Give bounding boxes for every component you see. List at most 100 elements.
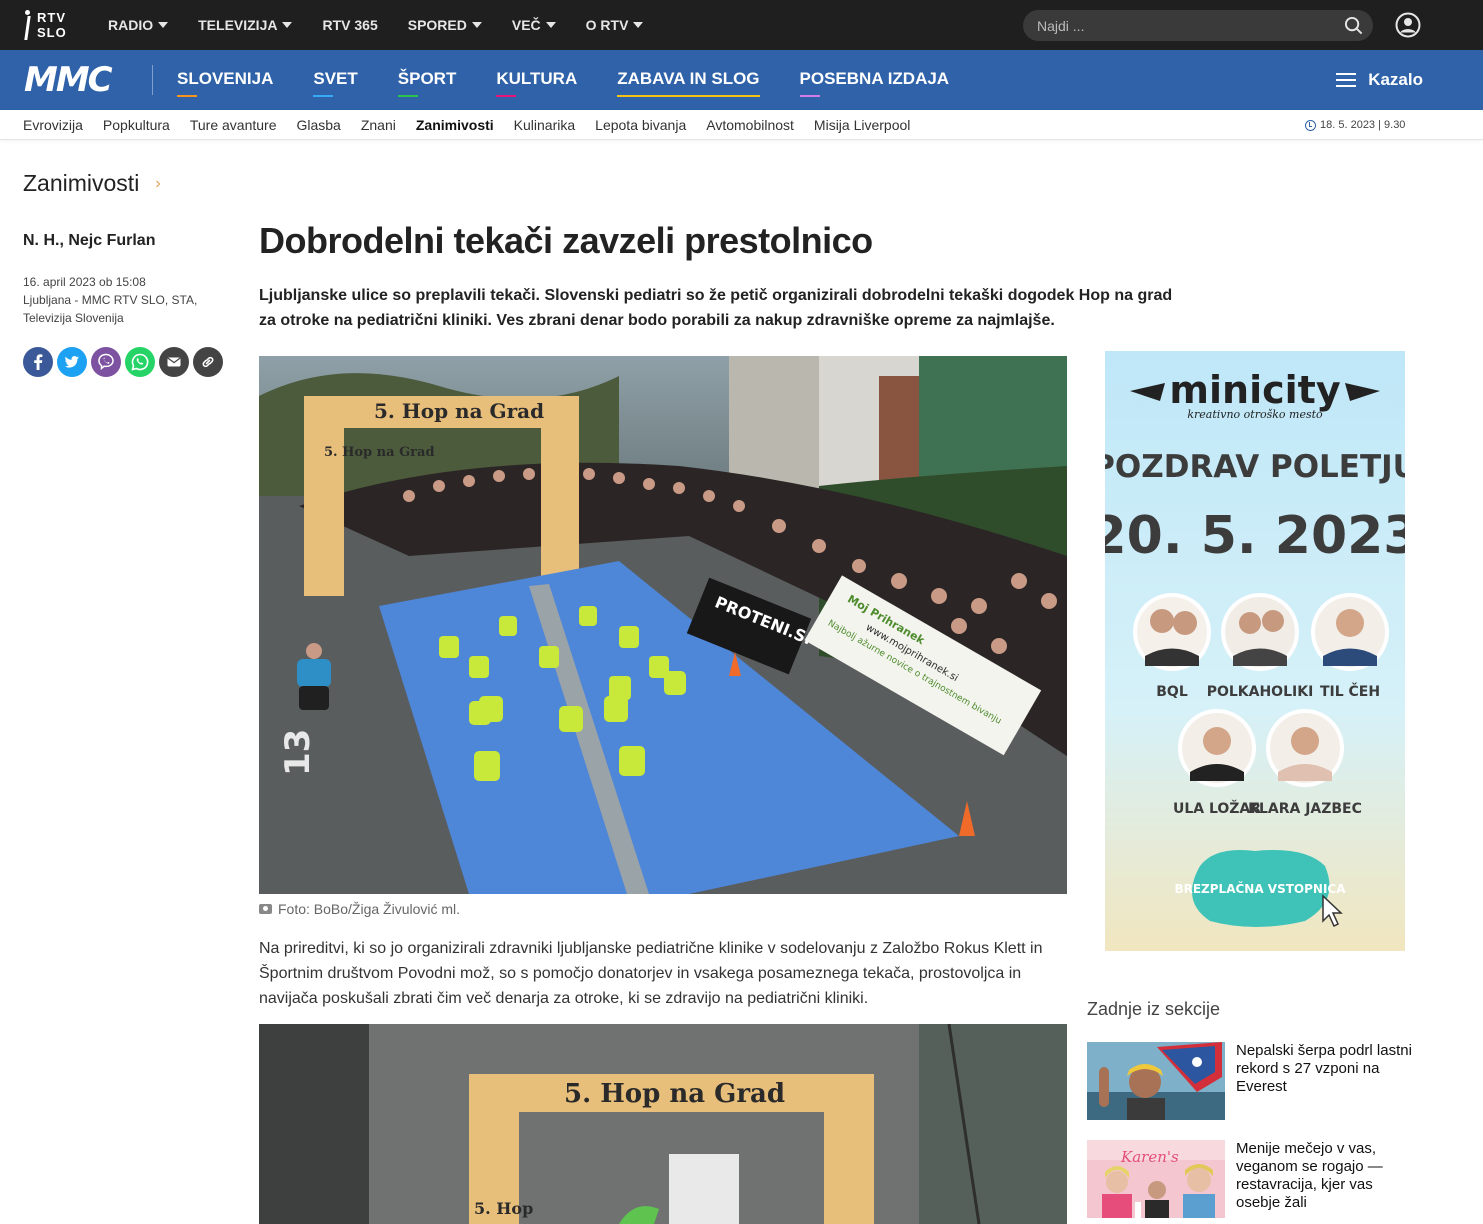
sub-nav-popkultura[interactable]: Popkultura — [103, 117, 170, 133]
email-icon — [167, 357, 181, 367]
viber-icon — [98, 353, 114, 371]
sub-nav-zanimivosti[interactable]: Zanimivosti — [416, 117, 494, 133]
ad-headline: POZDRAV POLETJU — [1105, 449, 1405, 485]
main-nav-zabava-in-slog[interactable]: ZABAVA IN SLOG — [617, 69, 760, 97]
ad-tagline: kreativno otroško mesto — [1187, 408, 1323, 421]
top-nav-televizija[interactable]: TELEVIZIJA — [198, 17, 293, 33]
mmc-divider — [152, 65, 153, 95]
photo-caption: Foto: BoBo/Žiga Živulović ml. — [259, 901, 460, 917]
article-source: Ljubljana - MMC RTV SLO, STA, Televizija… — [23, 293, 198, 325]
main-nav-posebna-izdaja[interactable]: POSEBNA IZDAJA — [799, 69, 949, 97]
ad-performer-polkaholiki: POLKAHOLIKI — [1207, 684, 1314, 700]
main-nav-kultura[interactable]: KULTURA — [496, 69, 577, 97]
photo-arch-text: 5. Hop na Grad — [374, 399, 544, 423]
kazalo-menu-button[interactable]: Kazalo — [1336, 50, 1423, 110]
nav-underline — [496, 94, 517, 97]
minicity-ad-banner[interactable]: minicity kreativno otroško mesto POZDRAV… — [1105, 351, 1405, 951]
chevron-down-icon — [282, 22, 293, 28]
thumbnail-sign-text: Karen's — [1120, 1148, 1179, 1166]
minicity-ad-illustration: minicity kreativno otroško mesto POZDRAV… — [1105, 351, 1405, 951]
share-facebook-button[interactable] — [23, 347, 53, 377]
mmc-logo[interactable]: MMC — [24, 60, 113, 100]
top-nav-radio[interactable]: RADIO — [108, 17, 169, 33]
chevron-down-icon — [158, 22, 169, 28]
nav-underline — [397, 94, 418, 97]
chevron-down-icon — [471, 22, 482, 28]
latest-item[interactable]: Nepalski šerpa podrl lastni rekord s 27 … — [1087, 1042, 1427, 1120]
facebook-icon — [34, 354, 43, 370]
sub-nav-znani[interactable]: Znani — [361, 117, 396, 133]
search-input[interactable] — [1023, 10, 1343, 41]
logo-line-2: SLO — [37, 25, 67, 40]
sub-nav-evrovizija[interactable]: Evrovizija — [23, 117, 83, 133]
rtv-slo-logo[interactable]: RTV SLO — [22, 8, 74, 42]
latest-item-thumbnail: Karen's — [1087, 1140, 1225, 1218]
latest-item-title: Nepalski šerpa podrl lastni rekord s 27 … — [1236, 1042, 1412, 1095]
chevron-right-icon: › — [155, 174, 161, 192]
mmc-bar: MMC SLOVENIJA SVET ŠPORT KULTURA ZABAVA … — [0, 50, 1483, 110]
camera-icon — [259, 904, 272, 914]
link-icon — [202, 356, 214, 368]
share-whatsapp-button[interactable] — [125, 347, 155, 377]
latest-item[interactable]: Karen's Menije mečejo v vas, veganom se … — [1087, 1140, 1427, 1218]
share-viber-button[interactable] — [91, 347, 121, 377]
main-nav-svet[interactable]: SVET — [313, 69, 358, 97]
whatsapp-icon — [131, 353, 149, 371]
top-nav-spored[interactable]: SPORED — [408, 17, 482, 33]
ad-performer-til-ceh: TIL ČEH — [1320, 682, 1380, 700]
article-meta: 16. april 2023 ob 15:08 Ljubljana - MMC … — [23, 273, 223, 327]
nav-underline — [799, 94, 820, 97]
ad-cta: BREZPLAČNA VSTOPNICA — [1174, 881, 1346, 896]
arch-photo-illustration: 5. Hop na Grad 5. Hop — [259, 1024, 1067, 1224]
article-headline: Dobrodelni tekači zavzeli prestolnico — [259, 220, 873, 261]
user-account-icon[interactable] — [1395, 12, 1421, 38]
photo2-arch-text: 5. Hop na Grad — [564, 1079, 785, 1109]
sub-nav-avtomobilnost[interactable]: Avtomobilnost — [706, 117, 794, 133]
section-title[interactable]: Zanimivosti › — [23, 170, 161, 197]
sub-nav-misija-liverpool[interactable]: Misija Liverpool — [814, 117, 910, 133]
share-buttons — [23, 347, 223, 377]
main-nav-slovenija[interactable]: SLOVENIJA — [177, 69, 273, 97]
share-email-button[interactable] — [159, 347, 189, 377]
ad-date: 20. 5. 2023 — [1105, 506, 1405, 566]
photo2-arch-side: 5. Hop — [474, 1199, 533, 1218]
share-twitter-button[interactable] — [57, 347, 87, 377]
rtv-figure-icon — [22, 10, 32, 40]
sub-nav-ture-avanture[interactable]: Ture avanture — [190, 117, 277, 133]
latest-section-title: Zadnje iz sekcije — [1087, 999, 1221, 1019]
search-icon[interactable] — [1344, 16, 1363, 35]
article-video-still[interactable]: 5. Hop na Grad 5. Hop — [259, 1024, 1067, 1224]
sub-nav-lepota-bivanja[interactable]: Lepota bivanja — [595, 117, 686, 133]
top-nav-o-rtv[interactable]: O RTV — [586, 17, 644, 33]
twitter-icon — [64, 356, 79, 368]
hamburger-icon — [1336, 73, 1357, 87]
everest-thumbnail-illustration — [1087, 1042, 1225, 1120]
article-body-paragraph: Na prireditvi, ki so jo organizirali zdr… — [259, 940, 1043, 1007]
ad-performer-bql: BQL — [1156, 684, 1188, 700]
sub-nav-glasba[interactable]: Glasba — [296, 117, 340, 133]
article-main-photo[interactable]: 5. Hop na Grad 5. Hop na Grad PROTENI.SI… — [259, 356, 1067, 894]
latest-item-thumbnail — [1087, 1042, 1225, 1120]
top-nav-vec[interactable]: VEČ — [512, 17, 556, 33]
kazalo-label: Kazalo — [1368, 70, 1423, 89]
sub-nav: Evrovizija Popkultura Ture avanture Glas… — [0, 110, 1483, 140]
main-nav-sport[interactable]: ŠPORT — [397, 69, 456, 97]
main-nav: SLOVENIJA SVET ŠPORT KULTURA ZABAVA IN S… — [177, 50, 949, 110]
chevron-down-icon — [545, 22, 556, 28]
search-box — [1023, 10, 1373, 41]
copy-link-button[interactable] — [193, 347, 223, 377]
nav-underline — [313, 94, 334, 97]
latest-item-title: Menije mečejo v vas, veganom se rogajo —… — [1236, 1140, 1383, 1211]
top-nav-rtv365[interactable]: RTV 365 — [322, 17, 377, 33]
restaurant-thumbnail-illustration: Karen's — [1087, 1140, 1225, 1218]
article-author: N. H., Nejc Furlan — [23, 232, 156, 249]
nav-underline — [617, 94, 760, 97]
photo-arch-side-text: 5. Hop na Grad — [324, 445, 435, 460]
sub-nav-kulinarika[interactable]: Kulinarika — [514, 117, 575, 133]
ad-brand: minicity — [1169, 368, 1340, 412]
runners-photo-illustration: 5. Hop na Grad 5. Hop na Grad PROTENI.SI… — [259, 356, 1067, 894]
sub-nav-links: Evrovizija Popkultura Ture avanture Glas… — [23, 110, 910, 140]
nav-underline — [177, 94, 197, 97]
article-lead: Ljubljanske ulice so preplavili tekači. … — [259, 287, 1173, 329]
ad-performer-klara-jazbec: KLARA JAZBEC — [1248, 801, 1362, 817]
